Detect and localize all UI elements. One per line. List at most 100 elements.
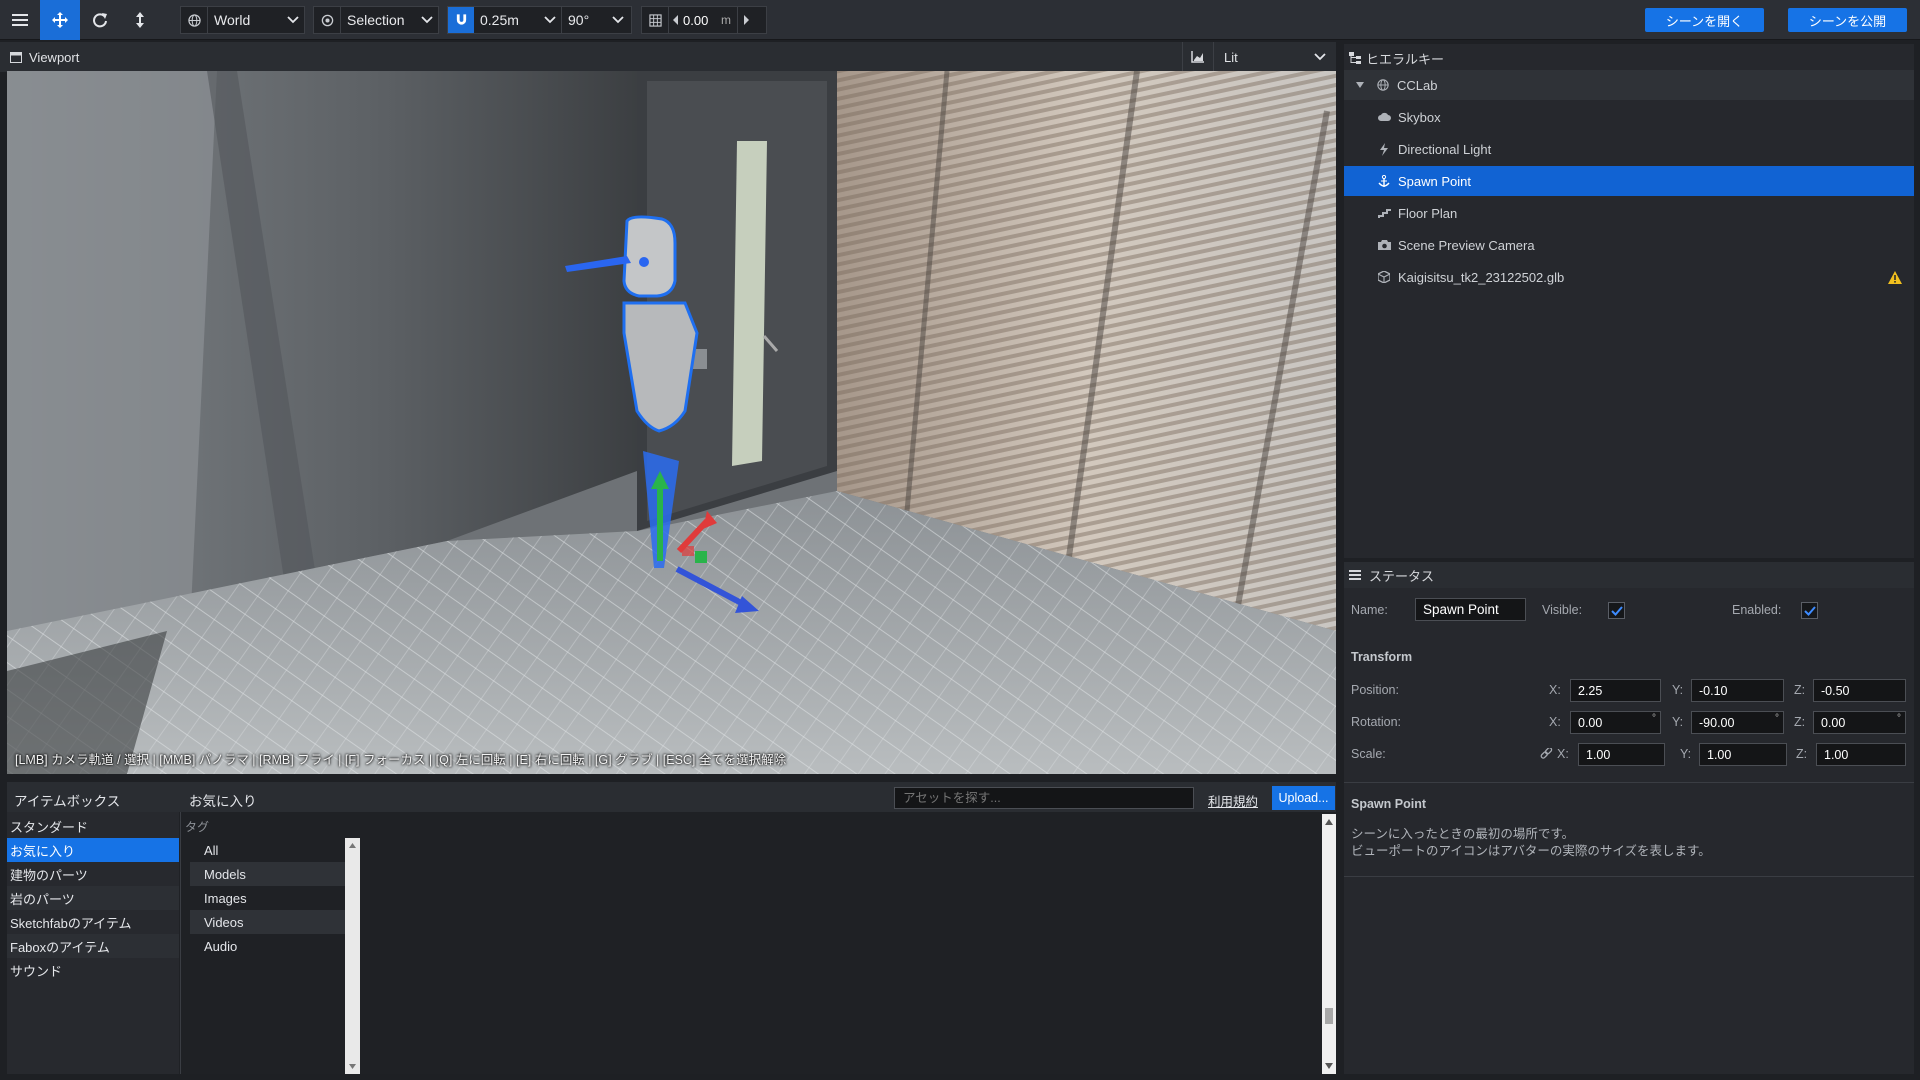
snap-group: 0.25m 90° bbox=[447, 6, 632, 34]
stats-button[interactable] bbox=[1182, 42, 1212, 72]
hierarchy-panel: ヒエラルキー CCLab Skybox Directional Light Sp… bbox=[1344, 44, 1914, 558]
hierarchy-item-skybox[interactable]: Skybox bbox=[1344, 102, 1914, 132]
hierarchy-item-spawn-point[interactable]: Spawn Point bbox=[1344, 166, 1914, 196]
list-icon bbox=[1349, 570, 1361, 580]
chevron-down-icon bbox=[1314, 53, 1326, 61]
scale-y-input[interactable]: 1.00 bbox=[1699, 743, 1787, 766]
render-mode-select[interactable]: Lit bbox=[1213, 42, 1334, 72]
rotation-z-value: 0.00 bbox=[1821, 715, 1846, 730]
scroll-up-icon bbox=[349, 843, 356, 848]
scroll-down-icon bbox=[349, 1064, 356, 1069]
hierarchy-item-label: Directional Light bbox=[1398, 141, 1492, 157]
anchor-icon bbox=[1376, 173, 1392, 189]
cloud-icon bbox=[1376, 109, 1392, 125]
degree-unit: ° bbox=[1775, 713, 1779, 724]
category-item[interactable]: お気に入り bbox=[7, 838, 179, 862]
check-icon bbox=[1610, 605, 1623, 616]
divider bbox=[180, 812, 181, 1074]
caret-down-icon bbox=[1356, 82, 1364, 88]
category-item[interactable]: Faboxのアイテム bbox=[7, 934, 179, 958]
category-item[interactable]: Sketchfabのアイテム bbox=[7, 910, 179, 934]
position-z-input[interactable]: -0.50 bbox=[1813, 679, 1906, 702]
scale-z-input[interactable]: 1.00 bbox=[1816, 743, 1906, 766]
increment-button[interactable] bbox=[738, 15, 754, 25]
rotation-x-label: X: bbox=[1549, 715, 1561, 729]
hierarchy-title: ヒエラルキー bbox=[1366, 51, 1445, 67]
rotation-y-input[interactable]: -90.00 ° bbox=[1691, 711, 1784, 734]
position-x-input[interactable]: 2.25 bbox=[1570, 679, 1661, 702]
category-item[interactable]: スタンダード bbox=[7, 814, 179, 838]
position-y-input[interactable]: -0.10 bbox=[1691, 679, 1784, 702]
grid-icon bbox=[642, 7, 668, 33]
rotate-tool-button[interactable] bbox=[80, 0, 120, 40]
rotate-icon bbox=[93, 13, 107, 28]
grid-group: 0.00 m bbox=[641, 6, 767, 34]
snap-distance-value[interactable]: 0.25m bbox=[474, 12, 539, 28]
grid-value[interactable]: 0.00 bbox=[683, 13, 721, 28]
rotation-x-input[interactable]: 0.00 ° bbox=[1570, 711, 1661, 734]
decrement-button[interactable] bbox=[669, 15, 683, 25]
scale-x-label: X: bbox=[1557, 747, 1569, 761]
camera-icon bbox=[1376, 237, 1392, 253]
open-scene-button[interactable]: シーンを開く bbox=[1645, 8, 1764, 32]
tag-item[interactable]: Images bbox=[190, 886, 345, 910]
enabled-checkbox[interactable] bbox=[1801, 602, 1818, 619]
hierarchy-item-directional-light[interactable]: Directional Light bbox=[1344, 134, 1914, 164]
scale-tool-button[interactable] bbox=[120, 0, 160, 40]
category-item[interactable]: サウンド bbox=[7, 958, 179, 982]
transform-title: Transform bbox=[1351, 650, 1413, 664]
rotation-label: Rotation: bbox=[1351, 715, 1402, 729]
category-item[interactable]: 岩のパーツ bbox=[7, 886, 179, 910]
asset-search-input[interactable] bbox=[894, 787, 1194, 809]
mode-select[interactable]: Selection bbox=[313, 6, 439, 34]
vertical-resize-icon bbox=[136, 12, 144, 28]
stairs-icon bbox=[1376, 205, 1392, 221]
snap-magnet-toggle[interactable] bbox=[448, 7, 474, 33]
hierarchy-item-label: Kaigisitsu_tk2_23122502.glb bbox=[1398, 269, 1565, 285]
scene-render bbox=[7, 71, 1336, 774]
scroll-thumb[interactable] bbox=[1325, 1008, 1333, 1024]
terms-link[interactable]: 利用規約 bbox=[1208, 791, 1258, 810]
mode-value: Selection bbox=[347, 12, 405, 28]
tag-item[interactable]: Models bbox=[190, 862, 345, 886]
tag-item[interactable]: Audio bbox=[190, 934, 345, 958]
upload-button[interactable]: Upload... bbox=[1272, 786, 1335, 810]
render-mode-value: Lit bbox=[1224, 49, 1238, 65]
hierarchy-item-scene-preview-camera[interactable]: Scene Preview Camera bbox=[1344, 230, 1914, 260]
chevron-down-icon[interactable] bbox=[607, 16, 629, 24]
link-icon[interactable] bbox=[1540, 748, 1553, 761]
viewport-title: Viewport bbox=[29, 49, 80, 65]
space-value: World bbox=[214, 12, 251, 28]
asset-grid bbox=[363, 812, 1322, 1074]
tag-item[interactable]: Videos bbox=[190, 910, 345, 934]
rotation-z-label: Z: bbox=[1794, 715, 1806, 729]
magnet-icon bbox=[456, 14, 466, 25]
scale-x-input[interactable]: 1.00 bbox=[1578, 743, 1665, 766]
viewport-canvas[interactable]: [LMB] カメラ軌道 / 選択 | [MMB] パノラマ | [RMB] フラ… bbox=[7, 71, 1336, 774]
status-header: ステータス bbox=[1344, 562, 1914, 588]
move-tool-button[interactable] bbox=[40, 0, 80, 40]
publish-scene-button[interactable]: シーンを公開 bbox=[1788, 8, 1907, 32]
chevron-down-icon[interactable] bbox=[539, 16, 561, 24]
visible-checkbox[interactable] bbox=[1608, 602, 1625, 619]
snap-angle-value[interactable]: 90° bbox=[562, 12, 607, 28]
chart-icon bbox=[1190, 51, 1204, 63]
space-select[interactable]: World bbox=[180, 6, 305, 34]
asset-scrollbar[interactable] bbox=[1322, 814, 1336, 1074]
menu-button[interactable] bbox=[0, 0, 40, 40]
status-panel: ステータス Name: Spawn Point Visible: Enabled… bbox=[1344, 562, 1914, 1074]
divider bbox=[1344, 782, 1914, 783]
position-z-label: Z: bbox=[1794, 683, 1806, 697]
hierarchy-item-floor-plan[interactable]: Floor Plan bbox=[1344, 198, 1914, 228]
position-y-label: Y: bbox=[1672, 683, 1684, 697]
category-item[interactable]: 建物のパーツ bbox=[7, 862, 179, 886]
rotation-z-input[interactable]: 0.00 ° bbox=[1813, 711, 1906, 734]
itembox-section-title: お気に入り bbox=[189, 794, 257, 809]
hierarchy-item-glb-model[interactable]: Kaigisitsu_tk2_23122502.glb bbox=[1344, 262, 1914, 292]
name-input[interactable]: Spawn Point bbox=[1415, 598, 1526, 621]
tag-item[interactable]: All bbox=[190, 838, 345, 862]
hierarchy-root[interactable]: CCLab bbox=[1344, 70, 1914, 100]
caret-left-icon bbox=[673, 15, 678, 25]
hierarchy-item-label: Skybox bbox=[1398, 109, 1441, 125]
tag-scrollbar[interactable] bbox=[345, 838, 360, 1074]
